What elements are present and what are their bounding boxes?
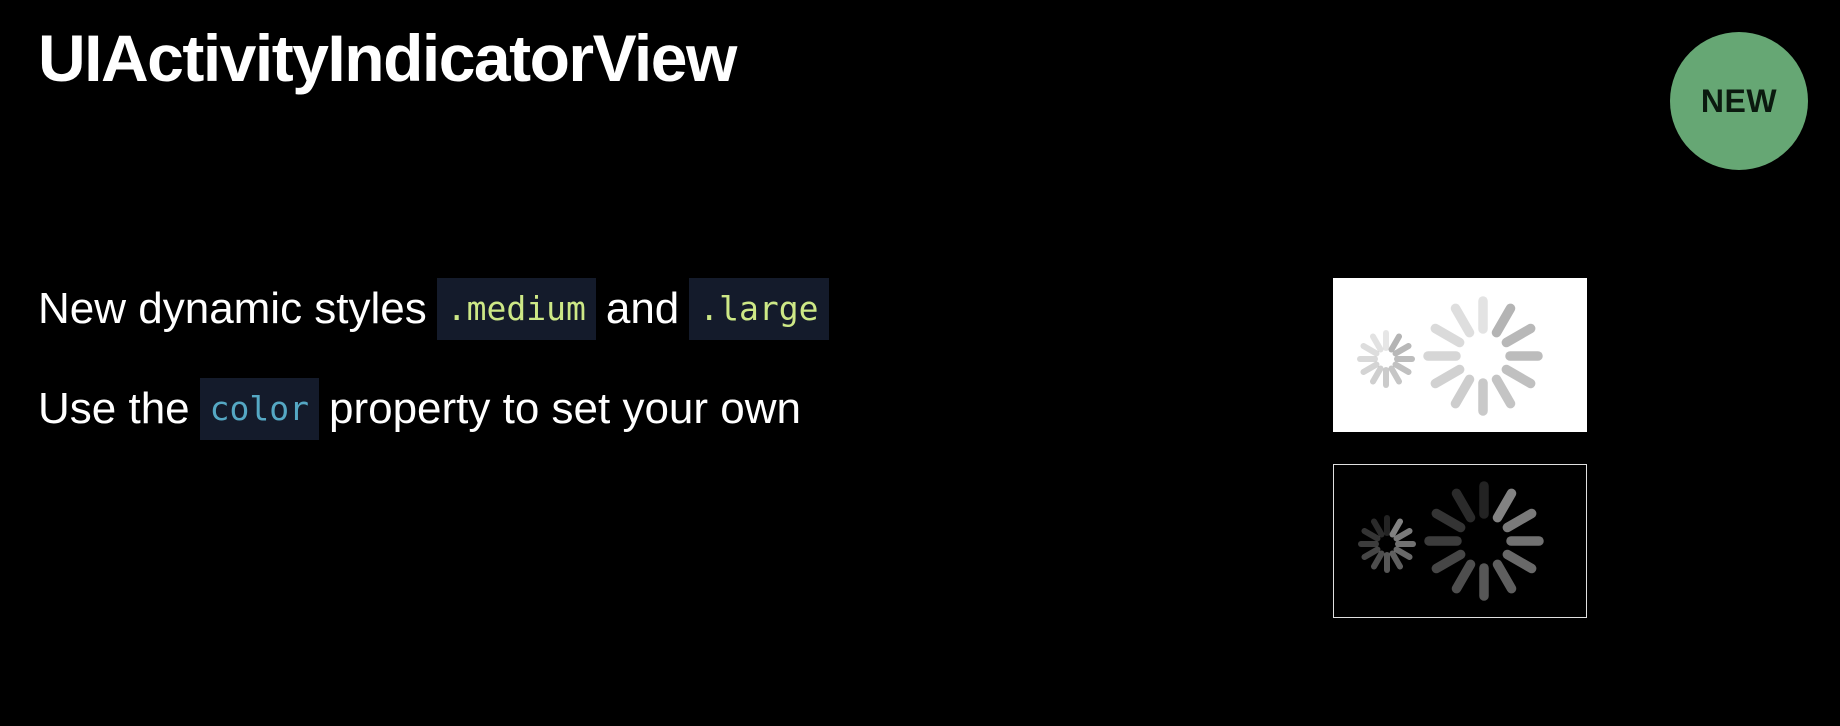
spinner-tick — [1360, 343, 1380, 357]
spinner-tick — [1393, 528, 1413, 542]
spinner-tick — [1501, 323, 1536, 348]
spinner-tick — [1451, 559, 1476, 594]
spinner-tick — [1492, 559, 1517, 594]
light-spinner-panel — [1333, 278, 1587, 432]
slide-title: UIActivityIndicatorView — [38, 21, 737, 95]
light-spinner-svg — [1357, 296, 1543, 416]
code-large: .large — [689, 278, 829, 340]
dark-spinner-svg — [1358, 481, 1544, 601]
bullet-line-color-property: Use the color property to set your own — [38, 378, 801, 440]
spinner-tick — [1392, 343, 1412, 357]
code-color: color — [199, 378, 319, 440]
spinner-tick — [1502, 549, 1537, 574]
spinner-tick — [1360, 361, 1380, 375]
new-badge-label: NEW — [1700, 82, 1778, 119]
spinner-tick — [1389, 550, 1403, 570]
spinner-tick — [1361, 528, 1381, 542]
spinner-tick — [1502, 508, 1537, 533]
line1-text-middle: and — [605, 284, 680, 333]
spinner-tick — [1389, 518, 1403, 538]
large-spinner-icon — [1424, 481, 1544, 601]
line2-text-before: Use the — [38, 384, 190, 433]
spinner-tick — [1361, 546, 1381, 560]
spinner-tick — [1371, 550, 1385, 570]
spinner-tick — [1450, 374, 1475, 409]
large-spinner-icon — [1423, 296, 1543, 416]
spinner-tick — [1491, 303, 1516, 338]
spinner-tick — [1431, 549, 1466, 574]
spinner-tick — [1392, 361, 1412, 375]
spinner-tick — [1491, 374, 1516, 409]
new-badge: NEW — [1670, 32, 1808, 170]
spinner-tick — [1393, 546, 1413, 560]
medium-spinner-icon — [1358, 515, 1416, 573]
spinner-tick — [1492, 488, 1517, 523]
spinner-tick — [1430, 323, 1465, 348]
spinner-tick — [1450, 303, 1475, 338]
dark-spinner-panel — [1333, 464, 1587, 618]
bullet-line-dynamic-styles: New dynamic styles .medium and .large — [38, 278, 839, 340]
spinner-tick — [1430, 364, 1465, 389]
spinner-tick — [1371, 518, 1385, 538]
spinner-tick — [1501, 364, 1536, 389]
medium-spinner-icon — [1357, 330, 1415, 388]
spinner-tick — [1388, 333, 1402, 353]
code-medium: .medium — [436, 278, 596, 340]
line2-text-after: property to set your own — [328, 384, 801, 433]
spinner-tick — [1451, 488, 1476, 523]
spinner-tick — [1370, 333, 1384, 353]
spinner-tick — [1370, 365, 1384, 385]
spinner-tick — [1431, 508, 1466, 533]
line1-text-before: New dynamic styles — [38, 284, 427, 333]
spinner-tick — [1388, 365, 1402, 385]
